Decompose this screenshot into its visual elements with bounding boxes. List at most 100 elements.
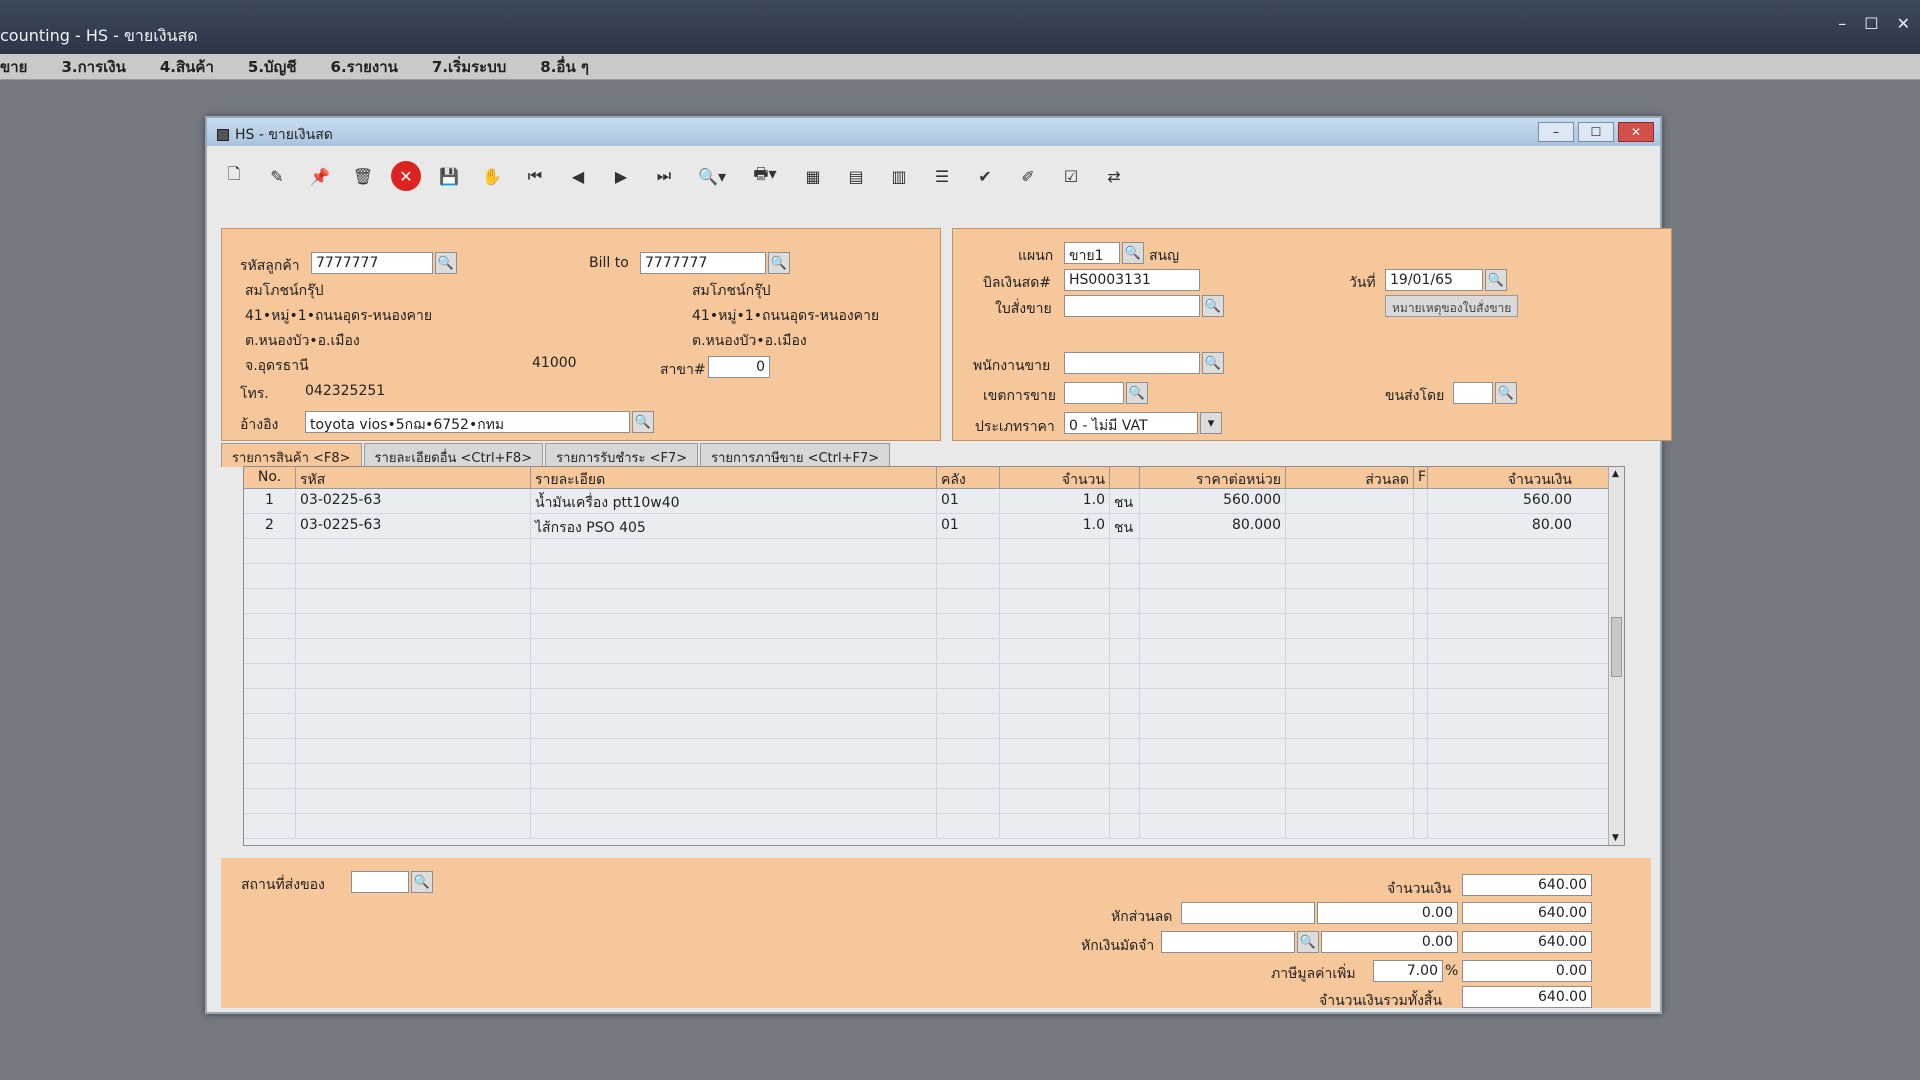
- customer-code-field[interactable]: 7777777: [311, 252, 433, 274]
- reference-field[interactable]: toyota vios•5กฌ•6752•กทม: [305, 411, 630, 433]
- window-minimize-icon[interactable]: –: [1538, 122, 1574, 142]
- date-picker-icon[interactable]: 🔍: [1485, 269, 1507, 291]
- table-row[interactable]: [244, 814, 1624, 839]
- table-row[interactable]: [244, 714, 1624, 739]
- print-icon[interactable]: 🖶▾: [745, 161, 785, 191]
- bill-number-field[interactable]: HS0003131: [1064, 269, 1200, 291]
- table-row[interactable]: [244, 764, 1624, 789]
- scroll-down-icon[interactable]: ▼: [1612, 833, 1619, 843]
- deposit-search-icon[interactable]: 🔍: [1297, 931, 1319, 953]
- table-row[interactable]: [244, 539, 1624, 564]
- table-row[interactable]: 1 03-0225-63 น้ำมันเครื่อง ptt10w40 01 1…: [244, 489, 1624, 514]
- amount-label: จำนวนเงิน: [1387, 881, 1452, 897]
- price-type-select[interactable]: 0 - ไม่มี VAT: [1064, 412, 1198, 434]
- table-row[interactable]: [244, 564, 1624, 589]
- salesman-search-icon[interactable]: 🔍: [1202, 352, 1224, 374]
- department-field[interactable]: ขาย1: [1064, 242, 1120, 264]
- table-row[interactable]: [244, 789, 1624, 814]
- ship-by-search-icon[interactable]: 🔍: [1495, 382, 1517, 404]
- ship-by-field[interactable]: [1453, 382, 1493, 404]
- sales-order-search-icon[interactable]: 🔍: [1202, 295, 1224, 317]
- pin-icon[interactable]: 📌: [305, 161, 335, 191]
- col-f: F: [1414, 467, 1428, 488]
- menu-item-setup[interactable]: 7.เริ่มระบบ: [432, 55, 506, 79]
- save-icon[interactable]: 💾: [434, 161, 464, 191]
- cancel-icon[interactable]: ✕: [391, 161, 421, 191]
- tab-payments[interactable]: รายการรับชำระ <F7>: [545, 443, 699, 467]
- transfer-icon[interactable]: ⇄: [1099, 161, 1129, 191]
- new-doc-icon[interactable]: 🗋: [219, 161, 249, 191]
- sheet-icon[interactable]: ▤: [841, 161, 871, 191]
- calc-icon[interactable]: ▦: [798, 161, 828, 191]
- sales-area-search-icon[interactable]: 🔍: [1126, 382, 1148, 404]
- table-row[interactable]: [244, 739, 1624, 764]
- window-close-icon[interactable]: ✕: [1618, 122, 1654, 142]
- window-maximize-icon[interactable]: ☐: [1578, 122, 1614, 142]
- ok2-icon[interactable]: ☑: [1056, 161, 1086, 191]
- sales-area-field[interactable]: [1064, 382, 1124, 404]
- table-row[interactable]: [244, 614, 1624, 639]
- pen-icon[interactable]: ✐: [1013, 161, 1043, 191]
- col-code: รหัส: [296, 467, 531, 488]
- discount-text-field[interactable]: [1181, 902, 1315, 924]
- app-menubar: ขาย 3.การเงิน 4.สินค้า 5.บัญชี 6.รายงาน …: [0, 54, 1920, 80]
- table-row[interactable]: [244, 639, 1624, 664]
- first-icon[interactable]: ⏮: [520, 161, 550, 191]
- window-title: HS - ขายเงินสด: [217, 124, 333, 146]
- barcode-icon[interactable]: ▥: [884, 161, 914, 191]
- scroll-thumb[interactable]: [1611, 617, 1622, 677]
- vat-rate-field[interactable]: 7.00: [1373, 960, 1443, 982]
- last-icon[interactable]: ⏭: [649, 161, 679, 191]
- sales-order-field[interactable]: [1064, 295, 1200, 317]
- minimize-icon[interactable]: –: [1838, 14, 1846, 33]
- list-icon[interactable]: ☰: [927, 161, 957, 191]
- deposit-text-field[interactable]: [1161, 931, 1295, 953]
- tab-other-details[interactable]: รายละเอียดอื่น <Ctrl+F8>: [363, 443, 544, 467]
- discount-field[interactable]: 0.00: [1317, 902, 1458, 924]
- table-row[interactable]: [244, 689, 1624, 714]
- date-field[interactable]: 19/01/65: [1385, 269, 1483, 291]
- customer-search-icon[interactable]: 🔍: [435, 252, 457, 274]
- cell-no: 2: [244, 514, 296, 538]
- menu-item-reports[interactable]: 6.รายงาน: [331, 55, 398, 79]
- tab-sales-tax[interactable]: รายการภาษีขาย <Ctrl+F7>: [700, 443, 891, 467]
- table-row[interactable]: [244, 664, 1624, 689]
- table-row[interactable]: 2 03-0225-63 ไส้กรอง PSO 405 01 1.0 ชน 8…: [244, 514, 1624, 539]
- window-titlebar: HS - ขายเงินสด – ☐ ✕: [207, 118, 1660, 146]
- reference-search-icon[interactable]: 🔍: [632, 411, 654, 433]
- cell-code: 03-0225-63: [296, 489, 531, 513]
- next-icon[interactable]: ▶: [606, 161, 636, 191]
- menu-item-finance[interactable]: 3.การเงิน: [61, 55, 125, 79]
- department-search-icon[interactable]: 🔍: [1122, 242, 1144, 264]
- salesman-field[interactable]: [1064, 352, 1200, 374]
- bill-to-code-field[interactable]: 7777777: [640, 252, 766, 274]
- find-icon[interactable]: 🔍▾: [692, 161, 732, 191]
- menu-item-accounts[interactable]: 5.บัญชี: [248, 55, 297, 79]
- menu-item-sales[interactable]: ขาย: [0, 55, 27, 79]
- prev-icon[interactable]: ◀: [563, 161, 593, 191]
- grid-scrollbar[interactable]: ▲ ▼: [1608, 467, 1624, 845]
- cell-unit-price: 560.000: [1140, 489, 1286, 513]
- branch-field[interactable]: 0: [708, 356, 770, 378]
- scroll-up-icon[interactable]: ▲: [1612, 469, 1619, 479]
- delivery-place-field[interactable]: [351, 871, 409, 893]
- bill-to-search-icon[interactable]: 🔍: [768, 252, 790, 274]
- edit-icon[interactable]: ✎: [262, 161, 292, 191]
- deposit-field[interactable]: 0.00: [1321, 931, 1458, 953]
- delivery-search-icon[interactable]: 🔍: [411, 871, 433, 893]
- maximize-icon[interactable]: ☐: [1864, 14, 1878, 33]
- table-row[interactable]: [244, 589, 1624, 614]
- close-icon[interactable]: ✕: [1897, 14, 1910, 33]
- items-grid[interactable]: No. รหัส รายละเอียด คลัง จำนวน ราคาต่อหน…: [243, 466, 1625, 846]
- hand-icon[interactable]: ✋: [477, 161, 507, 191]
- trash-icon[interactable]: 🗑: [348, 161, 378, 191]
- vat-field: 0.00: [1462, 960, 1592, 982]
- order-note-button[interactable]: หมายเหตุของใบสั่งขาย: [1385, 295, 1519, 317]
- menu-item-other[interactable]: 8.อื่น ๆ: [540, 55, 589, 79]
- chevron-down-icon[interactable]: ▾: [1200, 412, 1222, 434]
- customer-phone-label: โทร.: [240, 386, 269, 402]
- ok-icon[interactable]: ✔: [970, 161, 1000, 191]
- menu-item-products[interactable]: 4.สินค้า: [160, 55, 214, 79]
- tab-items[interactable]: รายการสินค้า <F8>: [221, 443, 362, 467]
- cell-warehouse: 01: [937, 514, 1000, 538]
